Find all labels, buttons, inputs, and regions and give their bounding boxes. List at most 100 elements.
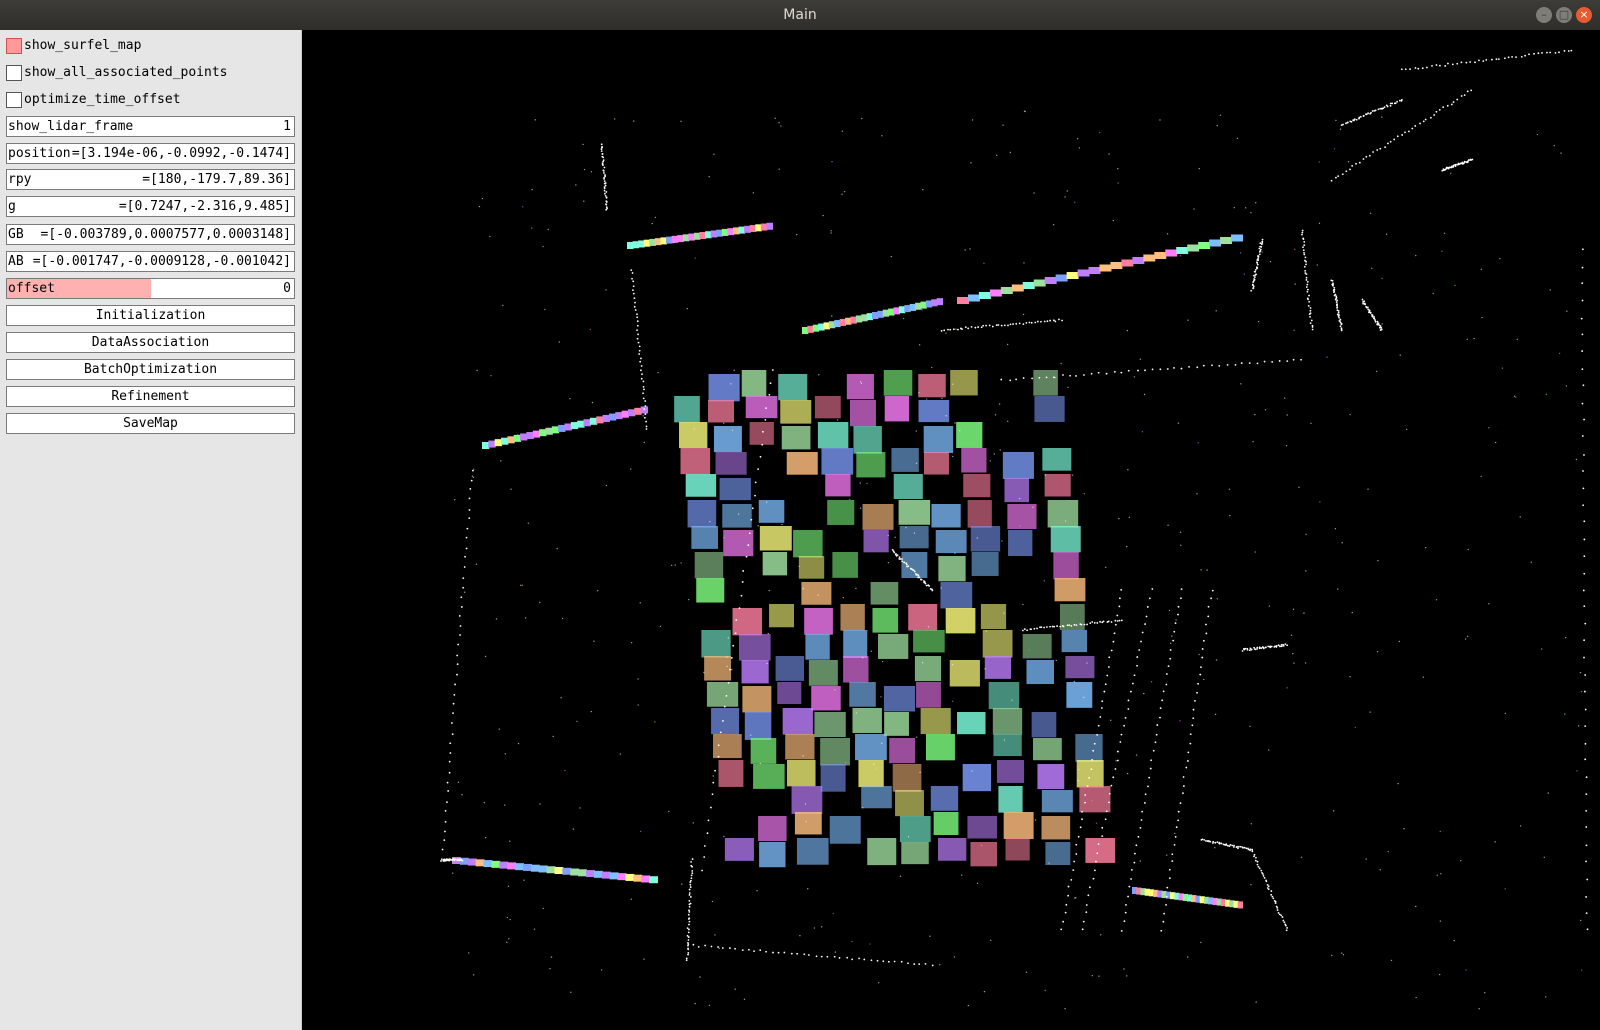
lidar-point [1398, 640, 1400, 643]
checkbox-box[interactable] [6, 38, 22, 54]
lidar-point [1231, 844, 1234, 847]
lidar-point [1465, 969, 1467, 971]
lidar-point [1058, 318, 1060, 321]
lidar-point [712, 775, 714, 777]
lidar-point [1022, 603, 1024, 606]
lidar-point [955, 328, 957, 330]
lidar-point [753, 950, 755, 953]
lidar-point [817, 594, 819, 596]
lidar-point [1034, 819, 1037, 821]
surfel-map [452, 222, 1243, 909]
lidar-point [1107, 666, 1110, 668]
lidar-point [870, 650, 873, 652]
save-map-button[interactable]: SaveMap [6, 413, 295, 434]
3d-point-cloud-viewport[interactable] [302, 30, 1600, 1030]
lidar-point [642, 380, 645, 383]
lidar-point [1285, 444, 1288, 447]
offset-slider[interactable]: offset 0 [6, 278, 295, 299]
lidar-point [1257, 259, 1260, 262]
lidar-point [1541, 648, 1543, 650]
lidar-point [550, 956, 553, 958]
lidar-point [1300, 856, 1303, 858]
surfel-patch [870, 582, 899, 605]
lidar-point [1300, 358, 1302, 361]
g-field[interactable]: g =[0.7247,-2.316,9.485] [6, 196, 295, 217]
lidar-point [1177, 422, 1180, 424]
rpy-field[interactable]: rpy =[180,-179.7,89.36] [6, 169, 295, 190]
position-field[interactable]: position =[3.194e-06,-0.0992,-0.1474] [6, 143, 295, 164]
lidar-point [1240, 362, 1243, 364]
lidar-point [1108, 792, 1111, 795]
lidar-point [1043, 580, 1045, 582]
lidar-point [1269, 260, 1272, 263]
close-icon[interactable]: × [1576, 7, 1592, 23]
lidar-point [1064, 520, 1067, 522]
maximize-icon[interactable]: □ [1556, 7, 1572, 23]
lidar-point [633, 120, 635, 122]
lidar-point [668, 810, 670, 813]
initialization-button[interactable]: Initialization [6, 305, 295, 326]
lidar-point [1583, 572, 1586, 575]
data-association-button[interactable]: DataAssociation [6, 332, 295, 353]
lidar-point [1127, 708, 1130, 710]
gyro-bias-field[interactable]: GB =[-0.003789,0.0007577,0.0003148] [6, 224, 295, 245]
surfel-patch [1005, 838, 1030, 861]
lidar-point [780, 125, 782, 127]
lidar-point [687, 943, 690, 946]
surfel-patch [843, 656, 869, 683]
lidar-point [531, 188, 533, 191]
lidar-point [1216, 841, 1219, 844]
lidar-point [1400, 98, 1403, 101]
lidar-point [1218, 364, 1221, 367]
surfel-patch [786, 760, 816, 787]
batch-optimization-button[interactable]: BatchOptimization [6, 359, 295, 380]
lidar-point [564, 769, 566, 772]
lidar-point [613, 118, 616, 120]
checkbox-box[interactable] [6, 92, 22, 108]
lidar-point [685, 959, 688, 962]
surfel-strip [593, 870, 603, 878]
lidar-point [680, 562, 682, 564]
lidar-point [1558, 352, 1561, 355]
minimize-icon[interactable]: – [1536, 7, 1552, 23]
lidar-point [1337, 311, 1340, 314]
lidar-point [921, 309, 923, 311]
lidar-point [457, 781, 460, 783]
surfel-strip [1176, 247, 1189, 254]
lidar-point [1249, 725, 1251, 728]
point-cloud-canvas[interactable] [302, 30, 1600, 1030]
lidar-point [681, 883, 683, 885]
lidar-point [1260, 243, 1263, 246]
lidar-point [769, 382, 772, 385]
surfel-patch [935, 530, 967, 554]
lidar-point [1474, 61, 1476, 64]
show-lidar-frame-field[interactable]: show_lidar_frame 1 [6, 116, 295, 137]
lidar-point [1256, 648, 1258, 650]
lidar-point [959, 430, 961, 432]
lidar-point [1581, 368, 1584, 371]
lidar-point [1077, 779, 1079, 782]
lidar-point [1371, 110, 1374, 112]
surfel-patch [796, 838, 829, 865]
lidar-point [1504, 888, 1506, 890]
accel-bias-field[interactable]: AB =[-0.001747,-0.0009128,-0.001042] [6, 251, 295, 272]
surfel-strip [507, 862, 517, 870]
surfel-strip [1198, 242, 1211, 249]
surfel-strip [1000, 287, 1013, 294]
lidar-point [1346, 121, 1349, 124]
title-bar[interactable]: Main – □ × [0, 0, 1600, 30]
lidar-point [1467, 548, 1469, 551]
lidar-point [1341, 952, 1343, 954]
checkbox-box[interactable] [6, 65, 22, 81]
lidar-point [1126, 975, 1128, 977]
lidar-point [960, 874, 963, 876]
lidar-point [1200, 569, 1202, 571]
lidar-point [1422, 120, 1425, 123]
lidar-point [463, 566, 466, 568]
lidar-point [905, 526, 907, 529]
refinement-button[interactable]: Refinement [6, 386, 295, 407]
lidar-point [751, 507, 754, 510]
lidar-point [1075, 375, 1077, 377]
lidar-point [687, 918, 690, 920]
lidar-point [561, 617, 564, 620]
